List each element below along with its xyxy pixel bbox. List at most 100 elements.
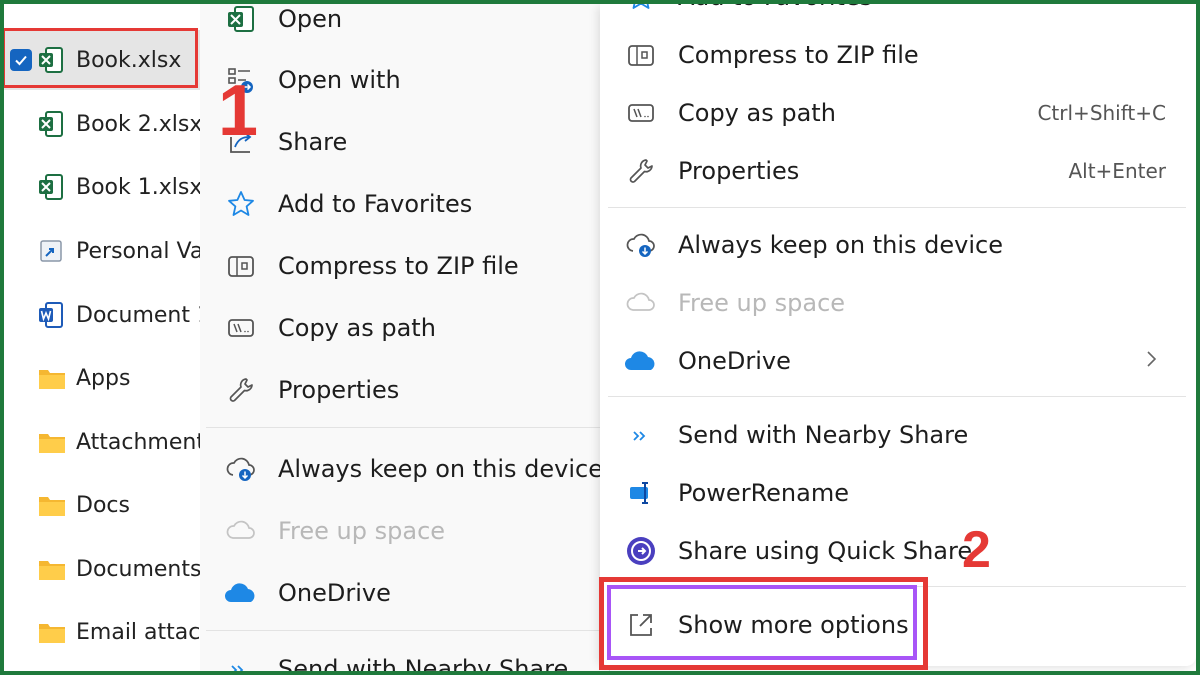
context-menu-secondary: Add to Favorites Compress to ZIP file Co… xyxy=(600,0,1196,666)
menu-item-label: Free up space xyxy=(278,517,446,545)
menu-item-nearby-share[interactable]: Send with Nearby Share xyxy=(200,644,600,675)
file-name: Book 2.xlsx xyxy=(76,111,200,137)
onedrive-icon xyxy=(224,576,258,610)
menu-item-compress-zip[interactable]: Compress to ZIP file xyxy=(200,241,600,291)
menu-item-copy-as-path[interactable]: Copy as path xyxy=(200,303,600,353)
excel-icon xyxy=(38,46,64,74)
menu-item-nearby-share[interactable]: Send with Nearby Share xyxy=(600,410,1196,460)
zip-icon xyxy=(624,38,658,72)
step-number-1: 1 xyxy=(218,71,259,151)
menu-separator xyxy=(608,396,1186,397)
star-icon xyxy=(624,0,658,14)
wrench-icon xyxy=(224,373,258,407)
file-name: Personal Vau xyxy=(76,238,200,264)
menu-item-add-to-favorites[interactable]: Add to Favorites xyxy=(200,179,600,229)
keyboard-shortcut: Ctrl+Shift+C xyxy=(1037,101,1166,125)
menu-item-free-up-space: Free up space xyxy=(200,506,600,556)
cloud-download-icon xyxy=(224,452,258,486)
context-menu-primary: Open Open with Share Add to Favorites Co… xyxy=(200,4,610,675)
menu-item-copy-as-path[interactable]: Copy as path Ctrl+Shift+C xyxy=(600,88,1196,138)
excel-icon xyxy=(38,110,64,138)
menu-item-onedrive[interactable]: OneDrive xyxy=(200,568,600,618)
menu-item-label: Always keep on this device xyxy=(678,231,1003,259)
menu-item-label: Add to Favorites xyxy=(678,0,872,11)
excel-icon xyxy=(38,173,64,201)
file-name: Email attach xyxy=(76,619,200,645)
keyboard-shortcut: Alt+Enter xyxy=(1068,159,1166,183)
cloud-outline-icon xyxy=(224,514,258,548)
menu-separator xyxy=(206,630,604,631)
quick-share-icon xyxy=(624,534,658,568)
highlight-box-purple xyxy=(607,585,917,660)
file-item-document-1[interactable]: Document 1 xyxy=(4,285,200,345)
folder-icon xyxy=(38,555,65,583)
folder-item-attachments[interactable]: Attachments xyxy=(4,412,200,472)
wrench-icon xyxy=(624,154,658,188)
menu-item-label: Share using Quick Share xyxy=(678,537,973,565)
file-item-book-xlsx[interactable]: Book.xlsx xyxy=(4,30,200,90)
menu-item-always-keep[interactable]: Always keep on this device xyxy=(200,444,603,494)
menu-item-add-to-favorites[interactable]: Add to Favorites xyxy=(600,0,1196,22)
file-name: Document 1 xyxy=(76,302,200,328)
file-name: Book.xlsx xyxy=(76,47,182,73)
cloud-download-icon xyxy=(624,228,658,262)
menu-separator xyxy=(206,427,604,428)
file-name: Docs xyxy=(76,492,130,518)
file-item-book-2-xlsx[interactable]: Book 2.xlsx xyxy=(4,94,200,154)
powerrename-icon xyxy=(624,476,658,510)
menu-item-onedrive[interactable]: OneDrive xyxy=(600,336,1196,386)
menu-item-properties[interactable]: Properties xyxy=(200,365,600,415)
menu-item-label: Copy as path xyxy=(678,99,836,127)
file-list: Book.xlsx Book 2.xlsx Book 1.xlsx Person… xyxy=(4,4,200,671)
menu-item-label: Open with xyxy=(278,66,401,94)
folder-icon xyxy=(38,491,65,519)
file-name: Apps xyxy=(76,365,131,391)
menu-item-compress-zip[interactable]: Compress to ZIP file xyxy=(600,30,1196,80)
nearby-share-icon xyxy=(624,418,658,452)
folder-icon xyxy=(38,364,65,392)
excel-icon xyxy=(224,2,258,36)
file-item-book-1-xlsx[interactable]: Book 1.xlsx xyxy=(4,157,200,217)
word-icon xyxy=(38,301,64,329)
nearby-share-icon xyxy=(224,652,258,675)
step-number-2: 2 xyxy=(962,521,991,579)
shortcut-icon xyxy=(38,237,64,265)
folder-item-email-attachments[interactable]: Email attach xyxy=(4,602,200,662)
menu-item-label: Add to Favorites xyxy=(278,190,473,218)
file-name: Book 1.xlsx xyxy=(76,174,200,200)
cloud-outline-icon xyxy=(624,286,658,320)
menu-item-label: Properties xyxy=(278,376,400,404)
menu-item-label: Always keep on this device xyxy=(278,455,603,483)
file-item-personal-vault[interactable]: Personal Vau xyxy=(4,221,200,281)
menu-item-label: Send with Nearby Share xyxy=(678,421,969,449)
menu-item-properties[interactable]: Properties Alt+Enter xyxy=(600,146,1196,196)
chevron-right-icon xyxy=(1144,349,1158,374)
menu-item-quick-share[interactable]: Share using Quick Share xyxy=(600,526,1196,576)
menu-item-label: Properties xyxy=(678,157,800,185)
menu-item-powerrename[interactable]: PowerRename xyxy=(600,468,1196,518)
folder-item-docs[interactable]: Docs xyxy=(4,475,200,535)
zip-icon xyxy=(224,249,258,283)
menu-item-label: Compress to ZIP file xyxy=(678,41,919,69)
file-name: Attachments xyxy=(76,429,200,455)
folder-icon xyxy=(38,428,65,456)
menu-item-label: OneDrive xyxy=(678,347,791,375)
menu-item-free-up-space: Free up space xyxy=(600,278,1196,328)
folder-icon xyxy=(38,618,65,646)
folder-item-documents[interactable]: Documents xyxy=(4,539,200,599)
star-icon xyxy=(224,187,258,221)
menu-item-share[interactable]: Share xyxy=(200,117,600,167)
menu-item-open-with[interactable]: Open with xyxy=(200,55,600,105)
menu-item-label: Compress to ZIP file xyxy=(278,252,519,280)
menu-item-always-keep[interactable]: Always keep on this device xyxy=(600,220,1196,270)
menu-item-label: PowerRename xyxy=(678,479,849,507)
checkbox-checked-icon[interactable] xyxy=(10,49,32,71)
folder-item-apps[interactable]: Apps xyxy=(4,348,200,408)
menu-item-open[interactable]: Open xyxy=(200,0,600,44)
menu-item-label: Send with Nearby Share xyxy=(278,655,569,675)
onedrive-icon xyxy=(624,344,658,378)
menu-item-label: Open xyxy=(278,5,343,33)
file-name: Documents xyxy=(76,556,200,582)
menu-item-label: OneDrive xyxy=(278,579,391,607)
menu-separator xyxy=(608,207,1186,208)
